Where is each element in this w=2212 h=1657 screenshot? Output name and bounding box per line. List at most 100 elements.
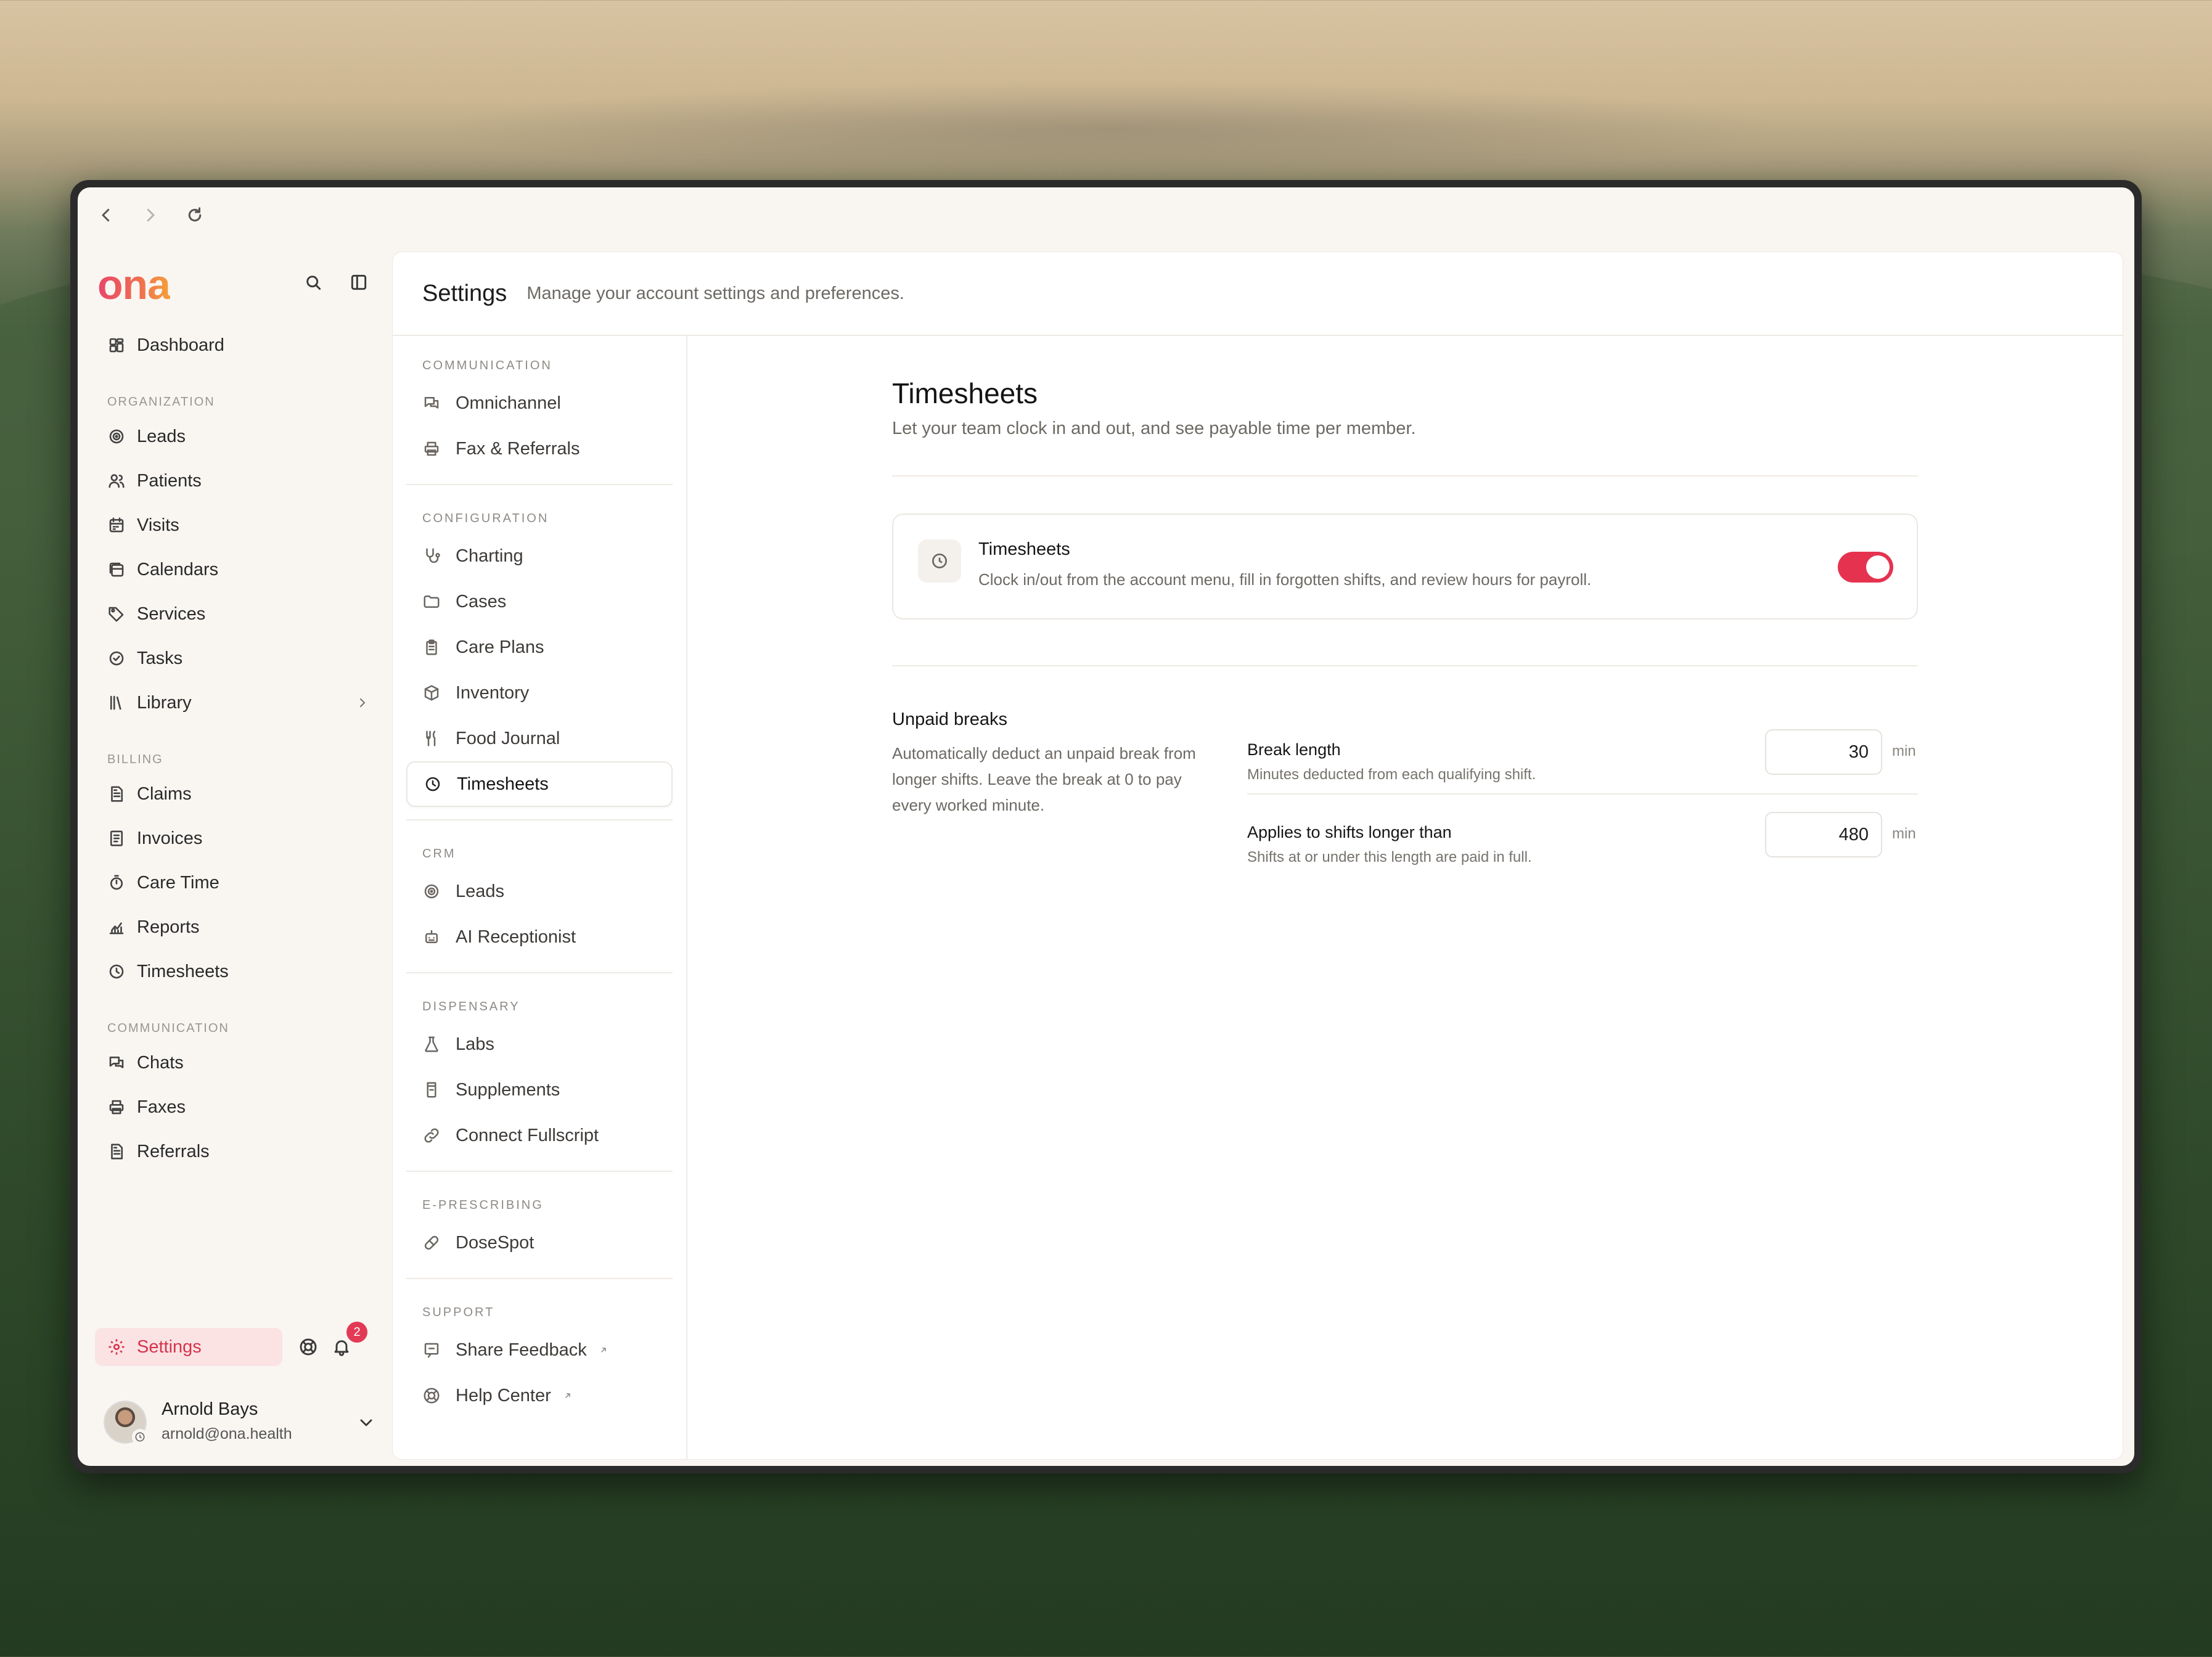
printer-icon <box>109 1100 124 1115</box>
settings-nav-label: Care Plans <box>456 637 544 657</box>
sidebar-item-claims[interactable]: Claims <box>95 772 379 816</box>
app-logo[interactable]: ona <box>97 264 171 306</box>
back-button[interactable] <box>92 202 120 229</box>
lifebuoy-icon <box>424 1388 440 1404</box>
sidebar-item-visits[interactable]: Visits <box>95 503 379 547</box>
sidebar-toggle-button[interactable] <box>346 270 371 295</box>
settings-nav-label: Labs <box>456 1034 494 1054</box>
field-unit: min <box>1892 743 1916 759</box>
settings-nav-item-cases[interactable]: Cases <box>406 579 673 624</box>
reload-button[interactable] <box>181 202 208 229</box>
folder-icon <box>424 595 440 608</box>
page-header: Settings Manage your account settings an… <box>393 252 2123 336</box>
settings-nav-item-charting[interactable]: Charting <box>406 533 673 579</box>
settings-nav-label: Leads <box>456 881 505 901</box>
settings-nav-label: Inventory <box>456 682 530 703</box>
settings-nav-section-label: SUPPORT <box>422 1306 495 1319</box>
page-title: Settings <box>422 280 507 306</box>
user-name: Arnold Bays <box>162 1399 258 1419</box>
break-length-input[interactable] <box>1765 729 1882 775</box>
sidebar-item-calendars[interactable]: Calendars <box>95 547 379 592</box>
sidebar-item-label: Services <box>137 603 206 624</box>
printer-icon <box>424 441 439 456</box>
settings-nav-item-timesheets[interactable]: Timesheets <box>406 761 673 807</box>
sidebar-item-invoices[interactable]: Invoices <box>95 816 379 861</box>
divider <box>406 972 673 973</box>
user-menu-toggle[interactable] <box>354 1410 379 1435</box>
box-icon <box>424 685 439 701</box>
sidebar-item-settings[interactable]: Settings <box>95 1328 282 1366</box>
search-icon <box>306 276 321 290</box>
settings-nav-label: Connect Fullscript <box>456 1125 599 1145</box>
settings-nav-item-labs[interactable]: Labs <box>406 1021 673 1067</box>
sidebar-item-dashboard[interactable]: Dashboard <box>95 323 379 367</box>
settings-nav-label: Cases <box>456 591 507 612</box>
clock-icon <box>109 964 124 979</box>
forward-button[interactable] <box>137 202 164 229</box>
settings-nav-label: Share Feedback <box>456 1340 587 1360</box>
user-menu[interactable]: Arnold Bays arnold@ona.health <box>104 1397 375 1446</box>
status-clock-icon <box>132 1429 148 1445</box>
settings-nav-item-supplements[interactable]: Supplements <box>406 1067 673 1113</box>
divider <box>406 819 673 820</box>
settings-nav-item-dosespot[interactable]: DoseSpot <box>406 1220 673 1266</box>
unpaid-breaks-title: Unpaid breaks <box>892 710 1007 729</box>
shift-threshold-input[interactable] <box>1765 812 1882 857</box>
sidebar-item-reports[interactable]: Reports <box>95 905 379 949</box>
sidebar-item-label: Leads <box>137 426 186 446</box>
settings-nav-item-inventory[interactable]: Inventory <box>406 670 673 716</box>
settings-nav-item-leads[interactable]: Leads <box>406 869 673 914</box>
settings-nav-item-connect-fullscript[interactable]: Connect Fullscript <box>406 1113 673 1158</box>
calendar-grid-icon <box>109 517 124 533</box>
settings-nav-section-label: DISPENSARY <box>422 1000 520 1013</box>
settings-nav-item-care-plans[interactable]: Care Plans <box>406 624 673 670</box>
sidebar-item-label: Calendars <box>137 559 219 579</box>
users-icon <box>109 474 125 488</box>
sidebar-item-timesheets[interactable]: Timesheets <box>95 949 379 994</box>
search-button[interactable] <box>301 270 326 295</box>
sidebar-item-chats[interactable]: Chats <box>95 1041 379 1085</box>
settings-nav-section-label: E-PRESCRIBING <box>422 1198 544 1212</box>
settings-nav-item-share-feedback[interactable]: Share Feedback <box>406 1327 673 1373</box>
clock-icon <box>425 777 440 792</box>
help-button[interactable] <box>296 1335 321 1359</box>
sidebar-item-patients[interactable]: Patients <box>95 459 379 503</box>
settings-nav-item-ai-receptionist[interactable]: AI Receptionist <box>406 914 673 960</box>
sidebar-item-library[interactable]: Library <box>95 681 379 725</box>
clipboard-icon <box>426 639 437 655</box>
sidebar-panel-icon <box>351 274 367 290</box>
chevron-right-icon <box>359 698 366 708</box>
sidebar-item-leads[interactable]: Leads <box>95 414 379 459</box>
settings-nav-item-omnichannel[interactable]: Omnichannel <box>406 380 673 426</box>
field-label: Break length <box>1247 740 1341 759</box>
divider <box>406 484 673 485</box>
unpaid-breaks-description: Automatically deduct an unpaid break fro… <box>892 744 1196 814</box>
settings-nav: COMMUNICATION Omnichannel Fax & Referrals C… <box>393 336 687 1459</box>
sidebar-item-care-time[interactable]: Care Time <box>95 861 379 905</box>
sidebar-item-faxes[interactable]: Faxes <box>95 1085 379 1129</box>
settings-nav-item-help-center[interactable]: Help Center <box>406 1373 673 1418</box>
settings-nav-item-fax-and-referrals[interactable]: Fax & Referrals <box>406 426 673 472</box>
external-link-icon <box>565 1393 570 1398</box>
card-title: Timesheets <box>978 539 1070 559</box>
chevron-down-icon <box>360 1419 372 1426</box>
settings-nav-item-food-journal[interactable]: Food Journal <box>406 716 673 761</box>
break-length-row: Break length Minutes deducted from each … <box>1247 729 1918 811</box>
library-icon <box>110 695 121 710</box>
sidebar-item-label: Timesheets <box>137 961 229 981</box>
stopwatch-icon <box>110 875 123 890</box>
sidebar-item-referrals[interactable]: Referrals <box>95 1129 379 1174</box>
robot-icon <box>425 930 438 943</box>
sidebar-item-tasks[interactable]: Tasks <box>95 636 379 681</box>
divider <box>406 1171 673 1172</box>
timesheets-toggle[interactable] <box>1838 552 1893 583</box>
settings-nav-section-label: CRM <box>422 847 456 861</box>
settings-nav-section-label: COMMUNICATION <box>422 359 552 372</box>
sidebar-item-label: Library <box>137 692 192 713</box>
shift-threshold-row: Applies to shifts longer than Shifts at … <box>1247 812 1918 893</box>
settings-panel: Settings Manage your account settings an… <box>392 252 2123 1460</box>
dashboard-icon <box>109 338 124 353</box>
sidebar-item-services[interactable]: Services <box>95 592 379 636</box>
divider <box>406 1278 673 1279</box>
sidebar-item-label: Dashboard <box>137 335 224 355</box>
